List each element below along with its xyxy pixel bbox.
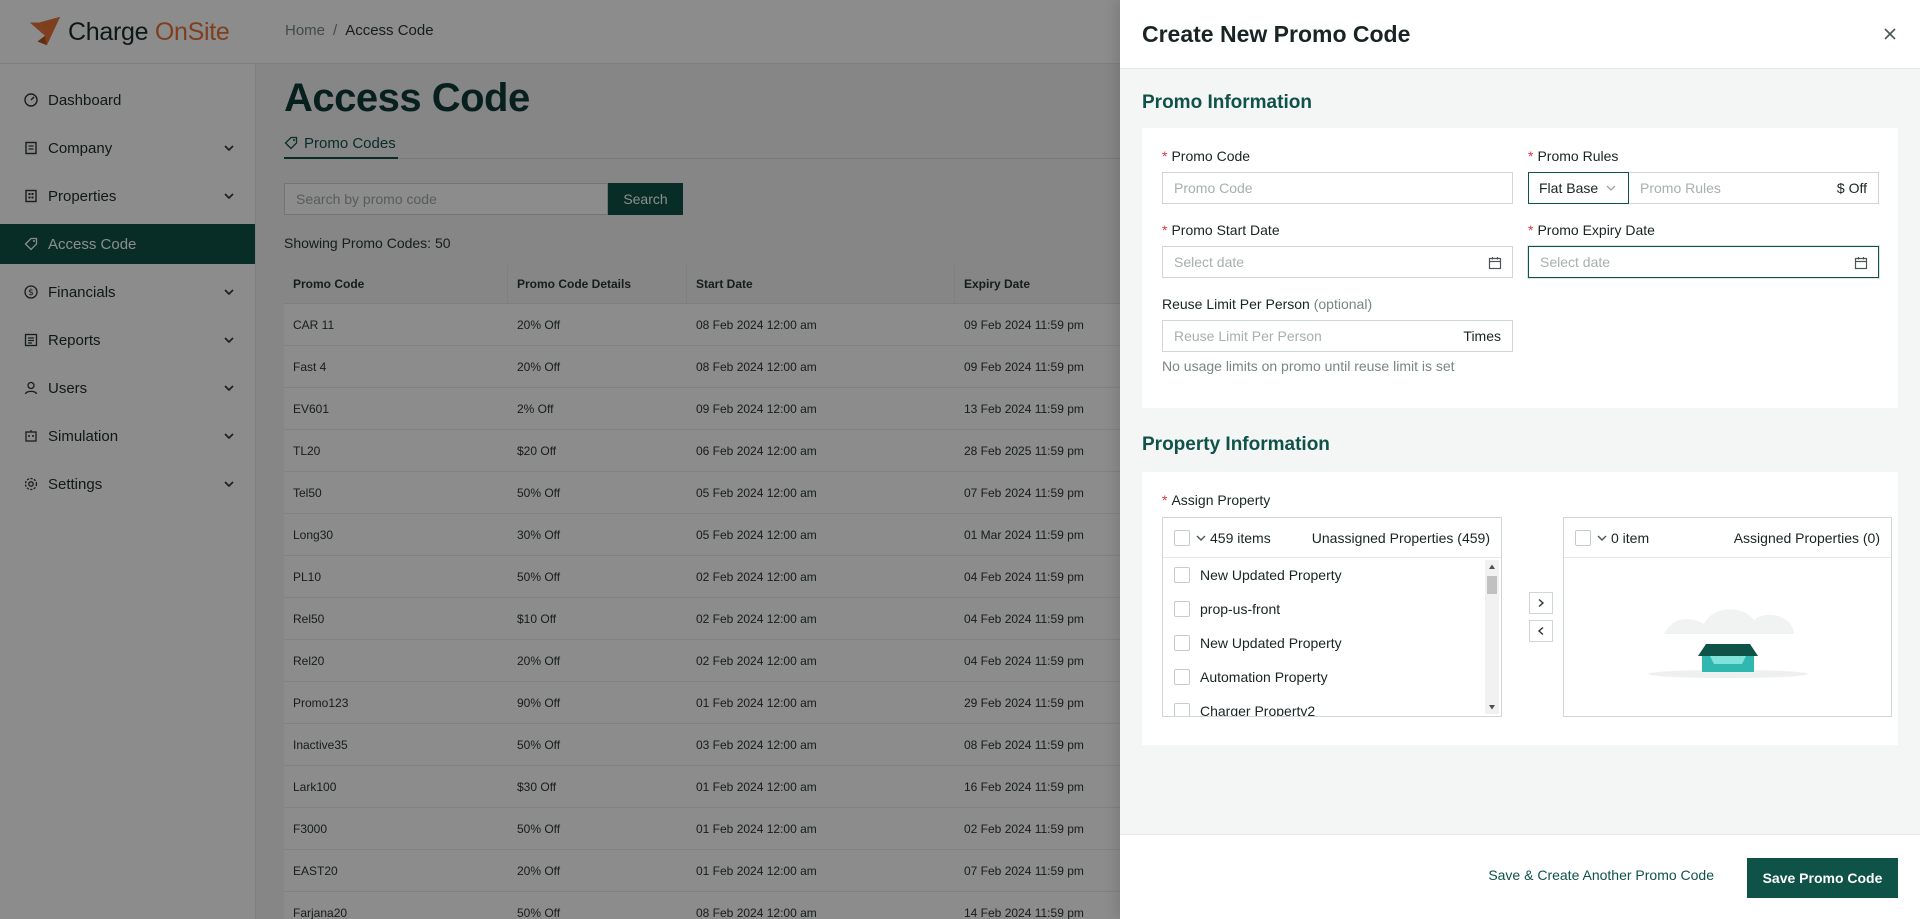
promo-rules-placeholder: Promo Rules	[1640, 180, 1721, 196]
item-checkbox[interactable]	[1174, 635, 1190, 651]
chevron-down-icon	[1196, 535, 1206, 541]
promo-info-card: * Promo Code Promo Code * Promo Rules Flat…	[1142, 128, 1898, 408]
save-promo-code-button[interactable]: Save Promo Code	[1747, 858, 1898, 898]
list-item[interactable]: Charger Property2	[1163, 694, 1501, 716]
item-checkbox[interactable]	[1174, 567, 1190, 583]
assigned-title: Assigned Properties (0)	[1733, 529, 1880, 546]
assigned-count[interactable]: 0 item	[1597, 530, 1649, 546]
close-icon[interactable]	[1882, 26, 1898, 42]
move-left-button[interactable]	[1529, 620, 1553, 642]
drawer-title: Create New Promo Code	[1142, 21, 1411, 47]
save-and-create-another-button[interactable]: Save & Create Another Promo Code	[1488, 867, 1714, 883]
modal-overlay[interactable]	[0, 0, 1120, 919]
unassigned-title: Unassigned Properties (459)	[1311, 529, 1490, 546]
chevron-left-icon	[1537, 626, 1544, 636]
chevron-right-icon	[1538, 598, 1545, 608]
start-date-placeholder: Select date	[1174, 254, 1245, 270]
chevron-down-icon	[1606, 185, 1616, 191]
move-right-button[interactable]	[1529, 592, 1553, 614]
reuse-limit-suffix: Times	[1463, 328, 1501, 344]
unassigned-properties-list: 459 items Unassigned Properties (459) Ne…	[1162, 517, 1502, 717]
reuse-limit-helper: No usage limits on promo until reuse lim…	[1162, 358, 1455, 374]
unassigned-list-header: 459 items Unassigned Properties (459)	[1163, 518, 1501, 558]
list-item[interactable]: prop-us-front	[1163, 592, 1501, 626]
promo-rules-label: * Promo Rules	[1528, 148, 1619, 164]
reuse-limit-input[interactable]: Reuse Limit Per Person Times	[1162, 320, 1513, 352]
scrollbar-thumb[interactable]	[1487, 576, 1497, 594]
chevron-down-icon	[1597, 535, 1607, 541]
expiry-date-picker[interactable]: Select date	[1528, 246, 1879, 278]
promo-rules-type-select[interactable]: Flat Base	[1528, 172, 1629, 204]
unassigned-items: New Updated Property prop-us-front New U…	[1163, 558, 1501, 716]
assign-property-label: * Assign Property	[1162, 492, 1271, 508]
promo-code-input[interactable]: Promo Code	[1162, 172, 1513, 204]
reuse-limit-label: Reuse Limit Per Person (optional)	[1162, 296, 1373, 312]
select-all-checkbox[interactable]	[1575, 529, 1591, 546]
list-item[interactable]: Automation Property	[1163, 660, 1501, 694]
select-all-checkbox[interactable]	[1174, 529, 1190, 546]
property-info-card: * Assign Property 459 items Unassigned Pr…	[1142, 472, 1898, 745]
drawer-header: Create New Promo Code	[1120, 0, 1920, 69]
calendar-icon	[1488, 257, 1502, 270]
scroll-down-icon[interactable]	[1488, 703, 1496, 711]
promo-code-label: * Promo Code	[1162, 148, 1251, 164]
scroll-up-icon[interactable]	[1488, 563, 1496, 571]
drawer-footer: Save & Create Another Promo Code Save Pr…	[1120, 834, 1920, 919]
property-section-title: Property Information	[1142, 434, 1330, 455]
item-checkbox[interactable]	[1174, 601, 1190, 617]
promo-section-title: Promo Information	[1142, 92, 1312, 113]
item-checkbox[interactable]	[1174, 703, 1190, 716]
unassigned-count[interactable]: 459 items	[1196, 530, 1271, 546]
create-promo-drawer: Create New Promo Code Promo Information …	[1120, 0, 1920, 919]
reuse-limit-placeholder: Reuse Limit Per Person	[1174, 328, 1322, 344]
item-checkbox[interactable]	[1174, 669, 1190, 685]
expiry-date-placeholder: Select date	[1540, 254, 1611, 270]
assigned-items-empty	[1564, 558, 1891, 716]
expiry-date-label: * Promo Expiry Date	[1528, 222, 1655, 238]
calendar-icon	[1854, 257, 1868, 270]
promo-rules-input[interactable]: Promo Rules $ Off	[1629, 172, 1879, 204]
list-item[interactable]: New Updated Property	[1163, 626, 1501, 660]
list-item[interactable]: New Updated Property	[1163, 558, 1501, 592]
start-date-label: * Promo Start Date	[1162, 222, 1280, 238]
empty-box-icon	[1648, 609, 1808, 678]
assigned-list-header: 0 item Assigned Properties (0)	[1564, 518, 1891, 558]
promo-rules-suffix: $ Off	[1836, 180, 1867, 196]
promo-rules-type-value: Flat Base	[1539, 180, 1599, 196]
start-date-picker[interactable]: Select date	[1162, 246, 1513, 278]
list-scrollbar[interactable]	[1485, 560, 1499, 714]
assigned-properties-list: 0 item Assigned Properties (0)	[1563, 517, 1892, 717]
